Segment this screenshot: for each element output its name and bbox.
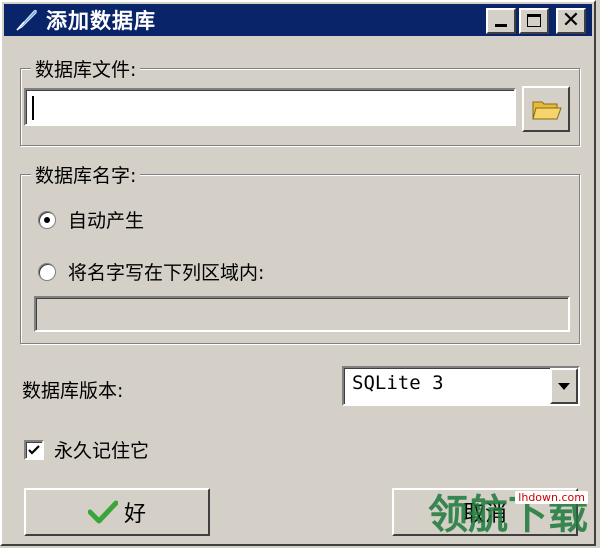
remember-checkbox-row[interactable]: 永久记住它 — [24, 436, 149, 463]
remember-label: 永久记住它 — [54, 440, 150, 462]
database-version-value: SQLite 3 — [352, 372, 444, 394]
database-name-input[interactable] — [34, 296, 570, 332]
feather-icon — [16, 9, 37, 31]
ok-button[interactable]: 好 — [24, 488, 210, 536]
text-caret — [32, 96, 34, 120]
maximize-icon — [527, 14, 541, 27]
database-version-label: 数据库版本: — [22, 380, 124, 402]
check-icon — [87, 500, 118, 524]
close-icon: ✕ — [561, 8, 581, 33]
close-button[interactable]: ✕ — [556, 8, 586, 34]
browse-button[interactable] — [522, 86, 570, 132]
window-controls: ✕ — [486, 8, 586, 34]
minimize-button[interactable] — [486, 8, 516, 34]
radio-manual-indicator[interactable] — [38, 262, 56, 281]
maximize-button[interactable] — [519, 8, 549, 34]
ok-button-label: 好 — [123, 502, 146, 527]
radio-auto-generate[interactable]: 自动产生 — [38, 206, 144, 233]
database-file-input[interactable] — [24, 88, 516, 126]
database-file-legend: 数据库文件: — [31, 55, 141, 82]
radio-manual-label: 将名字写在下列区域内: — [68, 262, 265, 284]
radio-auto-label: 自动产生 — [68, 210, 145, 232]
window-title: 添加数据库 — [46, 9, 156, 33]
database-name-legend: 数据库名字: — [31, 161, 141, 188]
radio-selected-dot — [44, 216, 50, 223]
dropdown-button[interactable] — [550, 368, 578, 404]
watermark-url: lhdown.com — [515, 491, 588, 504]
remember-checkbox[interactable] — [24, 439, 44, 460]
database-version-select[interactable]: SQLite 3 — [342, 366, 580, 406]
chevron-down-icon — [558, 383, 570, 390]
radio-auto-indicator[interactable] — [38, 210, 56, 229]
title-bar[interactable]: 添加数据库 ✕ — [4, 4, 592, 36]
radio-manual-name[interactable]: 将名字写在下列区域内: — [38, 258, 264, 285]
folder-open-icon — [532, 101, 562, 120]
add-database-dialog: 添加数据库 ✕ 数据库文件: 数据库名字: 自动产生 将名字写在下列区域内: 数… — [0, 0, 596, 546]
minimize-icon — [495, 24, 507, 27]
checkmark-icon — [28, 444, 40, 455]
